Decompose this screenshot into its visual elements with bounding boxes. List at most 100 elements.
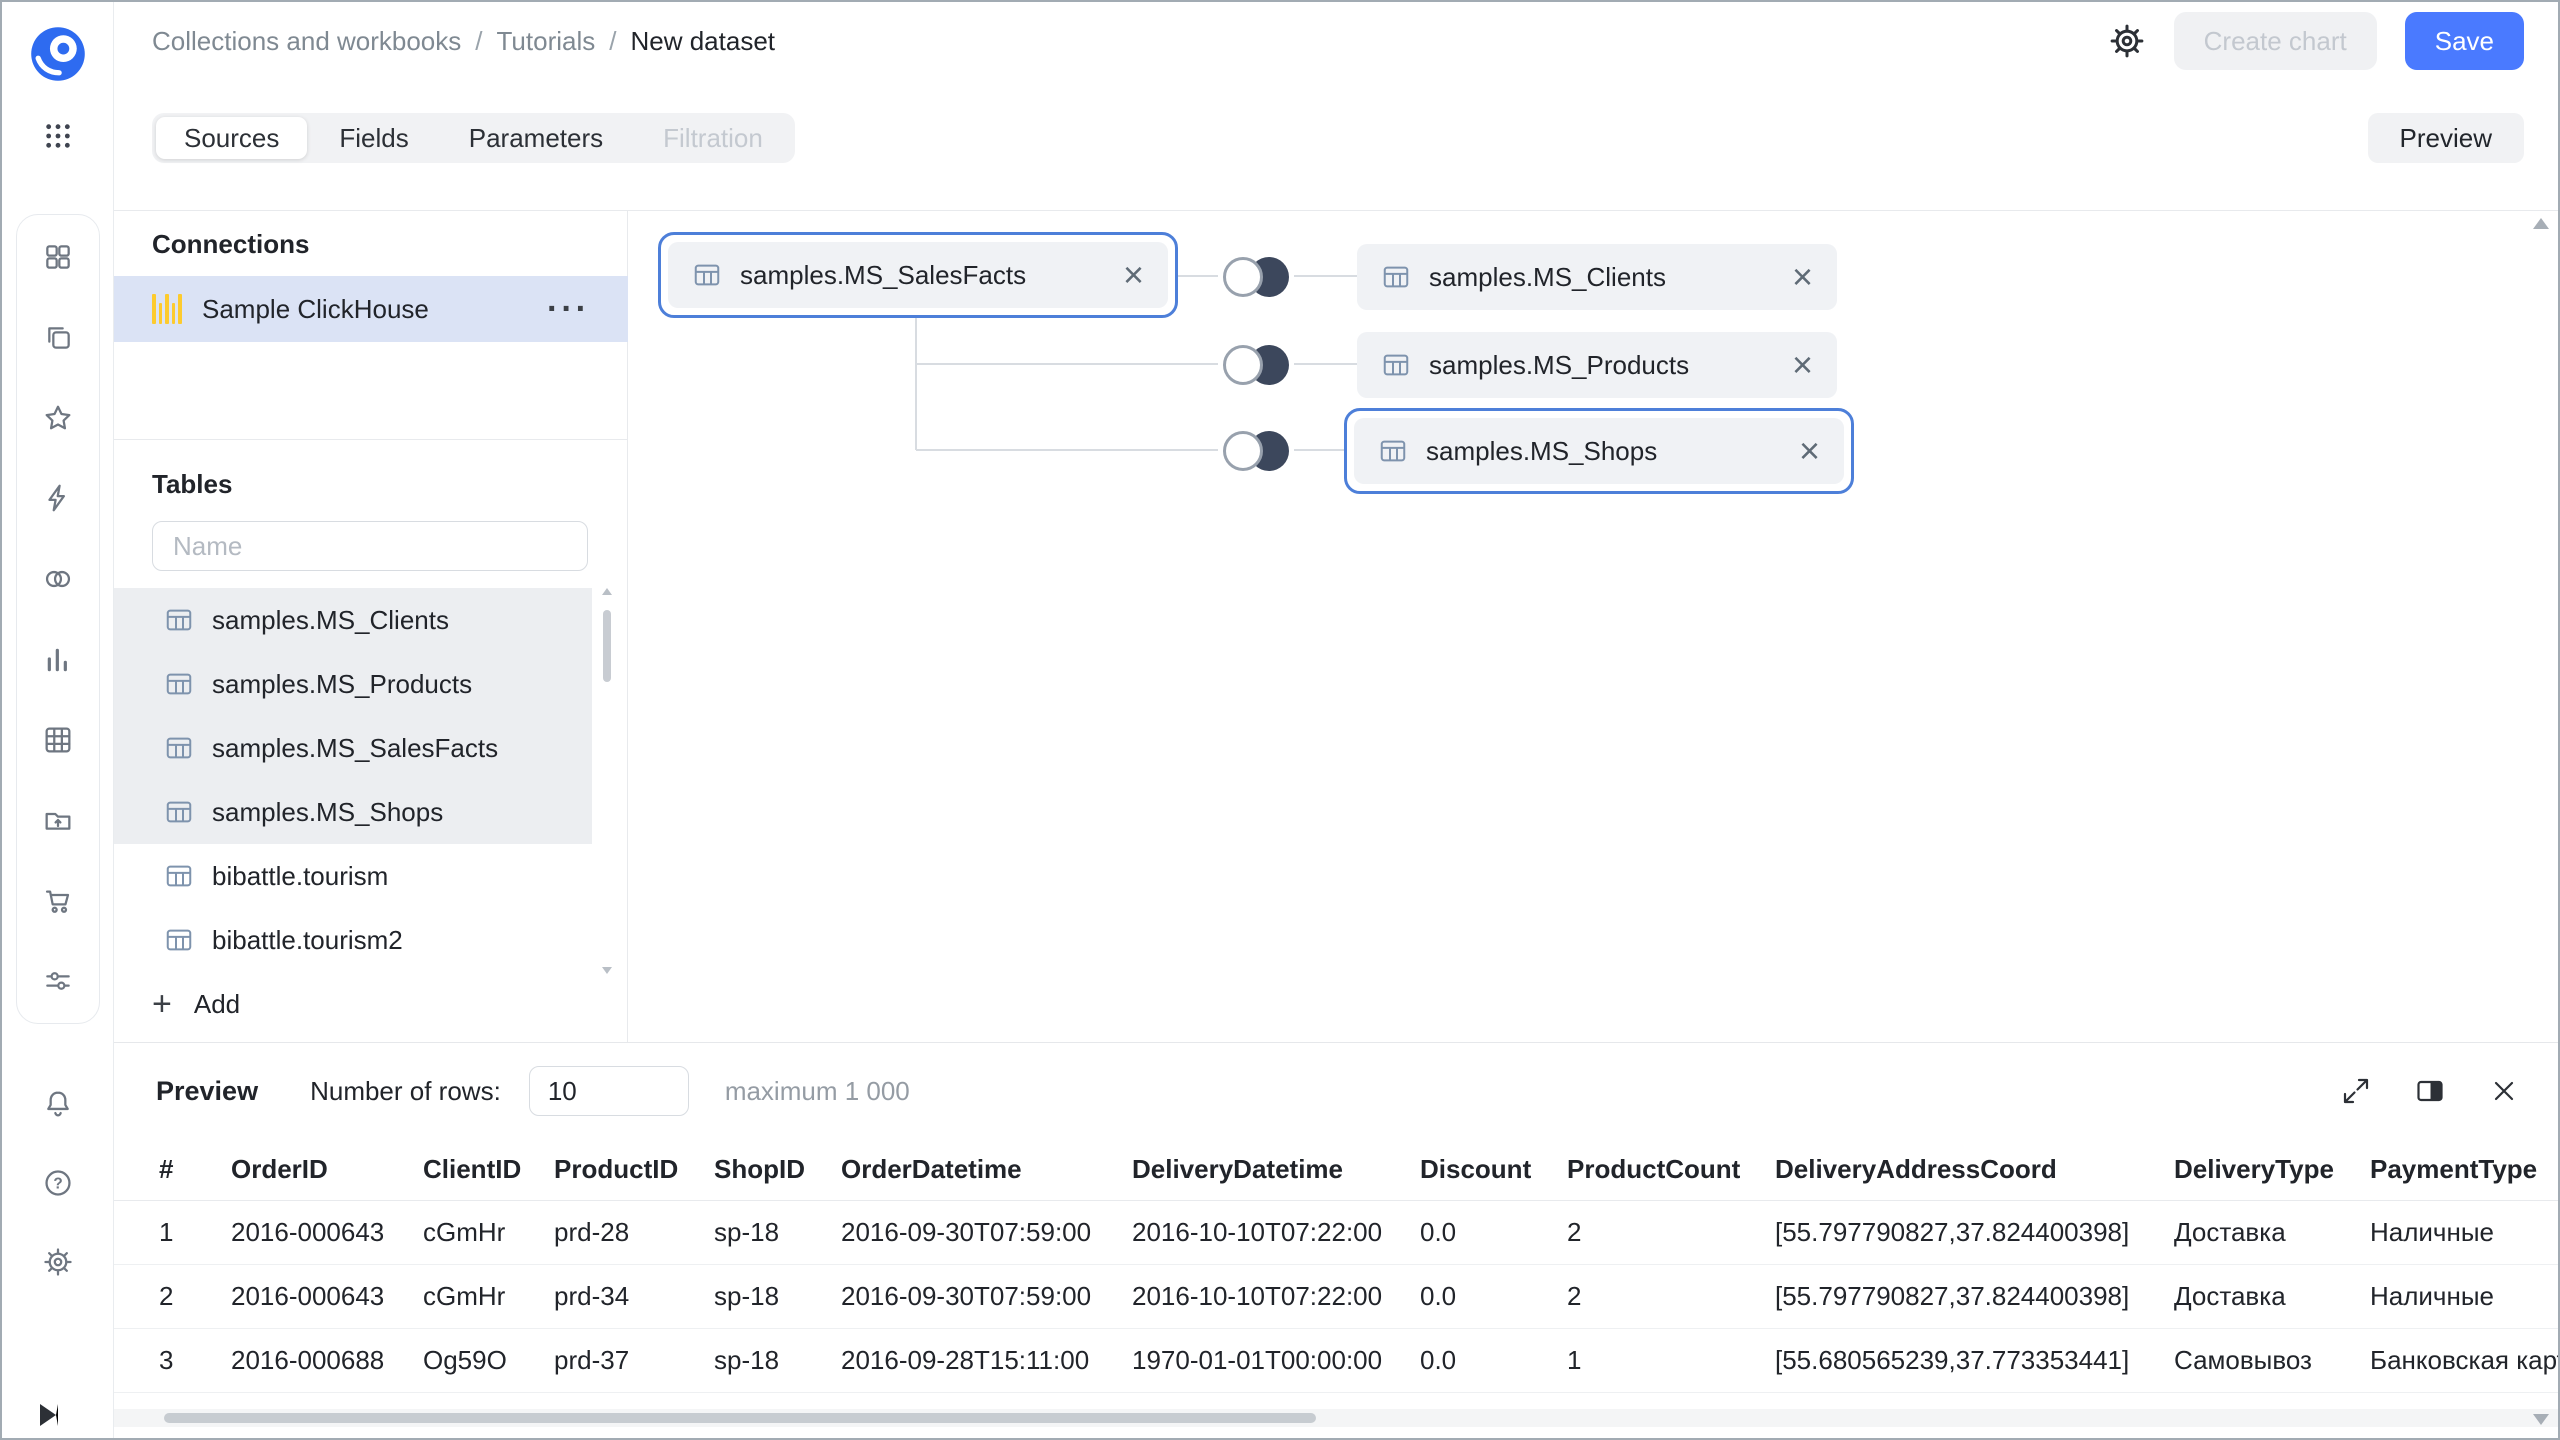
favorites-star-icon[interactable] xyxy=(42,402,74,434)
node-remove-button[interactable]: × xyxy=(1792,263,1813,292)
lightning-icon[interactable] xyxy=(42,482,74,514)
table-cell: [55.797790827,37.824400398] xyxy=(1775,1281,2174,1312)
table-icon xyxy=(164,733,194,763)
column-header: Discount xyxy=(1420,1154,1567,1185)
selected-node-outline: samples.MS_Shops × xyxy=(1344,408,1854,494)
table-cell: 2016-000643 xyxy=(231,1217,423,1248)
table-cell: prd-28 xyxy=(554,1217,714,1248)
horizontal-scrollbar-thumb[interactable] xyxy=(164,1413,1316,1423)
table-list-item[interactable]: bibattle.tourism xyxy=(114,844,592,908)
layers-icon[interactable] xyxy=(42,321,74,353)
bar-chart-icon[interactable] xyxy=(42,643,74,675)
sidebar-nav-panel xyxy=(16,214,100,1024)
table-cell: sp-18 xyxy=(714,1217,841,1248)
table-name: samples.MS_SalesFacts xyxy=(212,733,498,764)
add-table-button[interactable]: + Add xyxy=(152,987,240,1021)
save-button[interactable]: Save xyxy=(2405,12,2524,70)
table-cell: 1 xyxy=(1567,1345,1775,1376)
source-node-products[interactable]: samples.MS_Products × xyxy=(1357,332,1837,398)
svg-text:?: ? xyxy=(53,1176,62,1193)
breadcrumb: Collections and workbooks/Tutorials/New … xyxy=(152,26,775,57)
table-name: samples.MS_Shops xyxy=(212,797,443,828)
breadcrumb-separator: / xyxy=(475,26,482,57)
rings-icon[interactable] xyxy=(42,563,74,595)
table-list-item[interactable]: samples.MS_Clients xyxy=(114,588,592,652)
all-services-grid-icon[interactable] xyxy=(42,120,74,152)
page-scroll-down-icon[interactable] xyxy=(2533,1414,2549,1425)
close-preview-icon[interactable] xyxy=(2488,1075,2520,1107)
split-view-icon[interactable] xyxy=(2414,1075,2446,1107)
scroll-down-icon[interactable] xyxy=(602,967,612,974)
expand-sidebar-button[interactable] xyxy=(40,1404,58,1426)
table-list-item[interactable]: samples.MS_SalesFacts xyxy=(114,716,592,780)
table-grid-icon[interactable] xyxy=(42,724,74,756)
tab-fields[interactable]: Fields xyxy=(311,117,436,159)
source-node-clients[interactable]: samples.MS_Clients × xyxy=(1357,244,1837,310)
node-remove-button[interactable]: × xyxy=(1792,351,1813,380)
horizontal-scrollbar[interactable] xyxy=(114,1409,2560,1427)
node-remove-button[interactable]: × xyxy=(1123,261,1144,290)
node-label: samples.MS_SalesFacts xyxy=(740,260,1026,291)
join-type-icon[interactable] xyxy=(1218,425,1294,477)
connections-heading: Connections xyxy=(152,229,309,260)
node-label: samples.MS_Shops xyxy=(1426,436,1657,467)
expand-preview-icon[interactable] xyxy=(2340,1075,2372,1107)
breadcrumb-item[interactable]: Tutorials xyxy=(497,26,596,57)
storage-folder-icon[interactable] xyxy=(42,804,74,836)
tab-sources[interactable]: Sources xyxy=(156,117,307,159)
column-header: DeliveryAddressCoord xyxy=(1775,1154,2174,1185)
preview-button[interactable]: Preview xyxy=(2368,113,2524,163)
table-cell: [55.797790827,37.824400398] xyxy=(1775,1217,2174,1248)
table-cell: 0.0 xyxy=(1420,1281,1567,1312)
datalens-logo[interactable] xyxy=(28,24,88,84)
scroll-up-icon[interactable] xyxy=(602,588,612,595)
dashboards-icon[interactable] xyxy=(42,241,74,273)
table-list-item[interactable]: samples.MS_Products xyxy=(114,652,592,716)
column-header: ProductCount xyxy=(1567,1154,1775,1185)
column-header: DeliveryDatetime xyxy=(1132,1154,1420,1185)
node-remove-button[interactable]: × xyxy=(1799,437,1820,466)
source-node-salesfacts[interactable]: samples.MS_SalesFacts × xyxy=(668,242,1168,308)
column-header: DeliveryType xyxy=(2174,1154,2370,1185)
page-scroll-up-icon[interactable] xyxy=(2533,218,2549,229)
breadcrumb-item[interactable]: Collections and workbooks xyxy=(152,26,461,57)
table-cell: 2016-10-10T07:22:00 xyxy=(1132,1217,1420,1248)
tab-filtration[interactable]: Filtration xyxy=(635,117,791,159)
table-cell: Доставка xyxy=(2174,1281,2370,1312)
source-node-shops[interactable]: samples.MS_Shops × xyxy=(1354,418,1844,484)
preview-actions xyxy=(2340,1075,2520,1107)
dataset-settings-gear-icon[interactable] xyxy=(2108,22,2146,60)
table-cell: 2 xyxy=(1567,1217,1775,1248)
table-cell: 2016-09-28T15:11:00 xyxy=(841,1345,1132,1376)
scrollbar-thumb[interactable] xyxy=(603,610,611,682)
notifications-bell-icon[interactable] xyxy=(42,1088,74,1120)
flow-sliders-icon[interactable] xyxy=(42,965,74,997)
max-rows-hint: maximum 1 000 xyxy=(725,1076,910,1107)
cart-icon[interactable] xyxy=(42,885,74,917)
settings-gear-icon[interactable] xyxy=(42,1246,74,1278)
table-cell: 2016-000643 xyxy=(231,1281,423,1312)
table-cell: 2 xyxy=(1567,1281,1775,1312)
table-cell: cGmHr xyxy=(423,1217,554,1248)
table-search-input[interactable] xyxy=(152,521,588,571)
table-cell: cGmHr xyxy=(423,1281,554,1312)
help-icon[interactable]: ? xyxy=(42,1167,74,1199)
tables-scrollbar[interactable] xyxy=(600,588,614,974)
create-chart-button[interactable]: Create chart xyxy=(2174,12,2377,70)
table-list-item[interactable]: samples.MS_Shops xyxy=(114,780,592,844)
table-cell: [55.680565239,37.773353441] xyxy=(1775,1345,2174,1376)
rows-count-input[interactable] xyxy=(529,1066,689,1116)
join-type-icon[interactable] xyxy=(1218,251,1294,303)
table-cell: Самовывоз xyxy=(2174,1345,2370,1376)
connection-item[interactable]: Sample ClickHouse ··· xyxy=(114,276,628,342)
table-cell: 2016-000688 xyxy=(231,1345,423,1376)
join-type-icon[interactable] xyxy=(1218,339,1294,391)
app-window: ? Collections and workbooks/Tutorials/Ne… xyxy=(0,0,2560,1440)
tab-parameters[interactable]: Parameters xyxy=(441,117,631,159)
breadcrumb-item: New dataset xyxy=(630,26,775,57)
connection-name: Sample ClickHouse xyxy=(202,294,429,325)
table-list-item[interactable]: bibattle.tourism2 xyxy=(114,908,592,972)
table-icon xyxy=(692,260,722,290)
table-name: samples.MS_Clients xyxy=(212,605,449,636)
app-sidebar: ? xyxy=(2,2,114,1438)
